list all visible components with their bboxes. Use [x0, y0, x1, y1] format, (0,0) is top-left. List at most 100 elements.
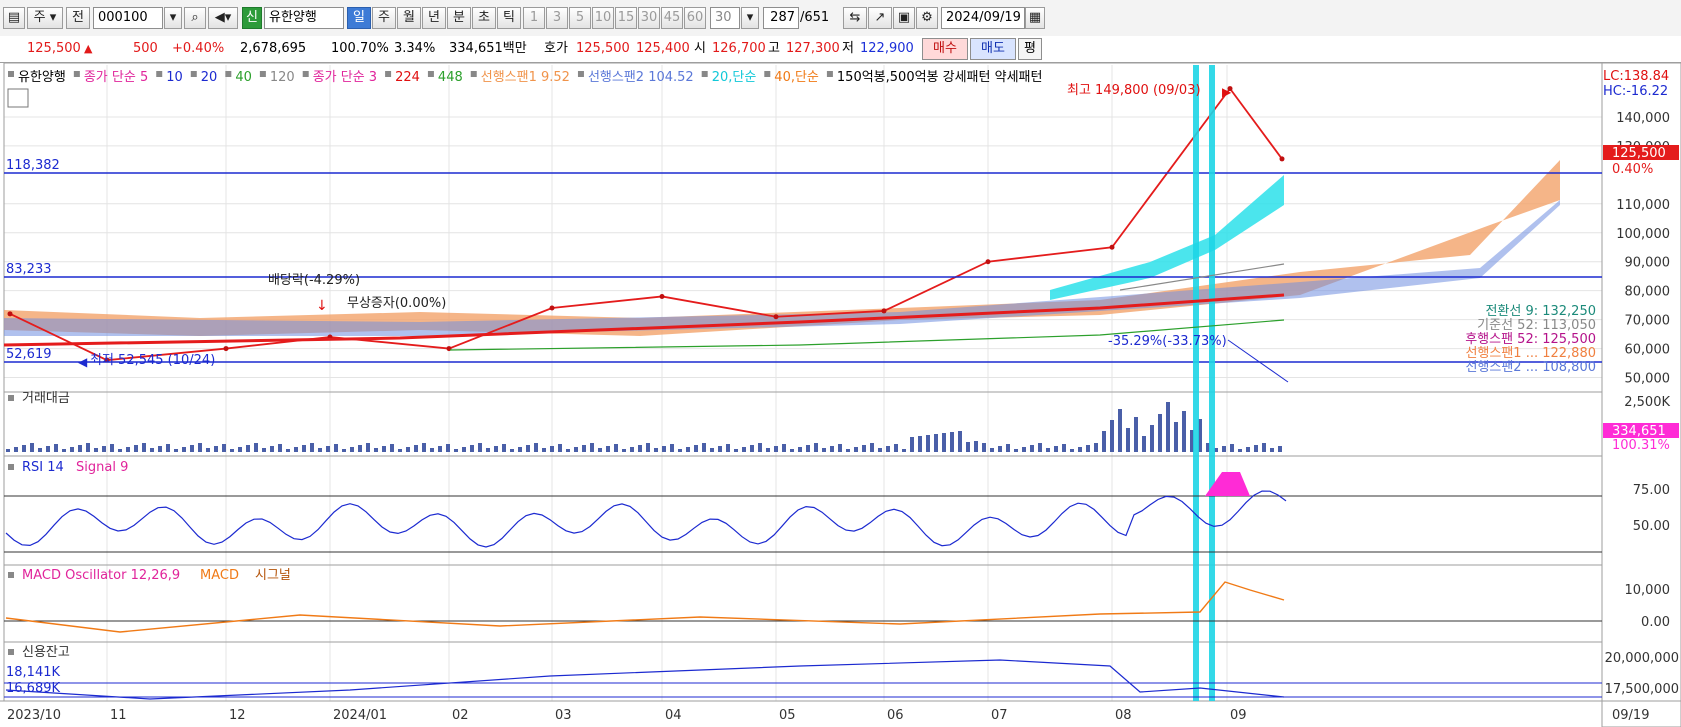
volume-bar	[1166, 402, 1170, 452]
volume-bar	[918, 436, 922, 452]
code-input[interactable]: 000100	[93, 7, 163, 29]
volume-bar	[558, 444, 562, 452]
buy-button[interactable]: 매수	[922, 38, 968, 60]
save-icon[interactable]: ▣	[893, 7, 915, 29]
volume-bar	[142, 443, 146, 452]
volume-bar	[830, 446, 834, 452]
volume-bar	[414, 445, 418, 452]
volume-bar	[822, 448, 826, 452]
legend-item-8: 448	[438, 70, 463, 85]
interval-select[interactable]: 30	[710, 7, 740, 29]
volume-bar	[598, 448, 602, 452]
macd-marker	[8, 572, 14, 578]
bonus-annotation: 무상증자(0.00%)	[347, 296, 446, 311]
date-input[interactable]: 2024/09/19	[941, 7, 1025, 29]
volume-bar	[222, 444, 226, 452]
interval-60[interactable]: 60	[684, 7, 706, 29]
calendar-icon[interactable]: ▦	[1025, 7, 1045, 29]
volume-bar	[94, 448, 98, 452]
sell-button[interactable]: 매도	[970, 38, 1016, 60]
stock-chart[interactable]: 2023/10 11 12 2024/01 02 03 04 05 06 07 08 09 09/19 1…	[0, 63, 1681, 727]
compare-icon[interactable]: ⇆	[843, 7, 867, 29]
volume-bar	[1134, 417, 1138, 452]
gear-icon[interactable]: ⚙	[916, 7, 938, 29]
volume-bar	[438, 446, 442, 452]
macd-tick-1: 0.00	[1641, 615, 1670, 630]
volume-bar	[470, 445, 474, 452]
legend-item-5: 120	[270, 70, 295, 85]
rsi-title: RSI 14	[22, 460, 64, 475]
macd-tick-0: 10,000	[1625, 583, 1671, 598]
draw-icon[interactable]: ↗	[868, 7, 892, 29]
price-point-5	[549, 305, 555, 311]
period-week[interactable]: 주	[372, 7, 396, 29]
interval-5[interactable]: 5	[569, 7, 591, 29]
interval-15[interactable]: 15	[615, 7, 637, 29]
legend-item-13: 150억봉,500억봉 강세패턴 약세패턴	[837, 70, 1043, 85]
search-icon[interactable]: ⌕	[184, 7, 206, 29]
volume-bar	[478, 443, 482, 452]
interval-30[interactable]: 30	[638, 7, 660, 29]
market-select[interactable]: 주 ▾	[27, 7, 63, 29]
volume-bar	[686, 447, 690, 452]
high-arrow-icon: ▶	[1222, 85, 1232, 99]
drop-arrow	[1227, 339, 1289, 383]
volume-bar	[574, 447, 578, 452]
sound-icon[interactable]: ◀▾	[208, 7, 238, 29]
macd-signal-label: 시그널	[255, 568, 291, 583]
volume-bar	[1158, 414, 1162, 452]
price-point-9	[985, 259, 991, 265]
volume-bar	[166, 444, 170, 452]
layout-icon[interactable]: ▤	[3, 7, 25, 29]
price-point-6	[659, 293, 665, 299]
quote-price: 125,500	[27, 41, 81, 56]
volume-bar	[54, 444, 58, 452]
interval-3[interactable]: 3	[546, 7, 568, 29]
quote-bid: 125,400	[636, 41, 690, 56]
interval-dropdown-icon[interactable]: ▾	[741, 7, 759, 29]
volume-bar	[710, 448, 714, 452]
volume-bar	[566, 449, 570, 452]
grid-toggle-icon	[7, 88, 29, 108]
period-day[interactable]: 일	[347, 7, 371, 29]
x-label-5: 03	[555, 708, 572, 723]
period-year[interactable]: 년	[422, 7, 446, 29]
volume-tick: 2,500K	[1624, 395, 1670, 410]
period-second[interactable]: 초	[472, 7, 496, 29]
legend-item-1: 종가 단순 5	[84, 70, 148, 85]
ichimoku-label-1: 기준선 52: 113,050	[1477, 318, 1596, 333]
volume-bar	[486, 448, 490, 452]
period-tick[interactable]: 틱	[497, 7, 521, 29]
interval-1[interactable]: 1	[523, 7, 545, 29]
period-minute[interactable]: 분	[447, 7, 471, 29]
eval-button[interactable]: 평	[1018, 38, 1042, 60]
volume-bar	[678, 449, 682, 452]
volume-bar	[390, 444, 394, 452]
x-label-8: 06	[887, 708, 904, 723]
interval-45[interactable]: 45	[661, 7, 683, 29]
volume-bar	[1094, 443, 1098, 452]
volume-bar	[854, 447, 858, 452]
volume-bar	[374, 448, 378, 452]
prev-button[interactable]: 전	[66, 7, 90, 29]
volume-bar	[1070, 449, 1074, 452]
stock-name-field[interactable]: 유한양행	[264, 7, 344, 29]
macd-label: MACD	[200, 568, 239, 583]
interval-10[interactable]: 10	[592, 7, 614, 29]
volume-bar	[454, 449, 458, 452]
volume-bar	[1038, 443, 1042, 452]
panel-frame-4	[3, 641, 1603, 702]
volume-bar	[38, 448, 42, 452]
hc-label: HC:-16.22	[1603, 84, 1668, 99]
period-month[interactable]: 월	[397, 7, 421, 29]
price-tick-7: 60,000	[1625, 343, 1671, 358]
volume-bar	[846, 449, 850, 452]
legend-item-2: 10	[166, 70, 183, 85]
count-input[interactable]: 287	[763, 7, 799, 29]
volume-bar	[1254, 445, 1258, 452]
volume-bars	[6, 402, 1282, 452]
legend-marker-0	[8, 71, 14, 77]
volume-bar	[318, 448, 322, 452]
credit-line	[5, 659, 1285, 700]
code-dropdown-icon[interactable]: ▾	[164, 7, 182, 29]
